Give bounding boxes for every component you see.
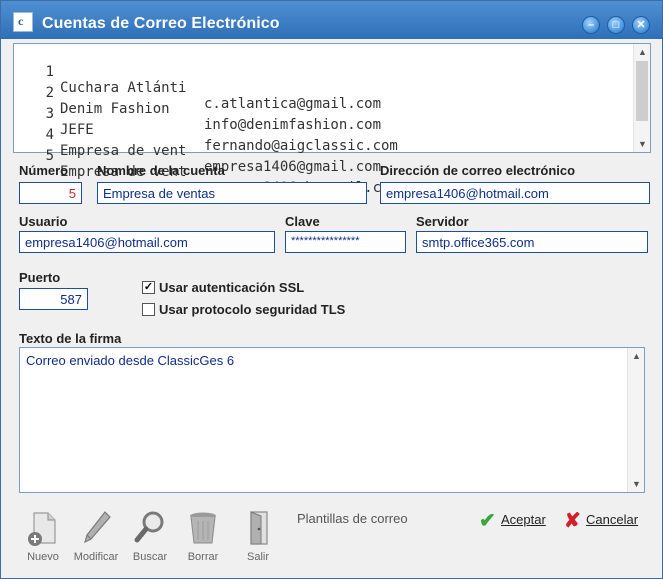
salir-button[interactable]: Salir [233, 509, 283, 569]
cross-icon: ✘ [564, 510, 581, 532]
scroll-thumb[interactable] [636, 61, 648, 121]
minimize-icon[interactable]: – [582, 16, 600, 34]
usuario-field[interactable]: empresa1406@hotmail.com [19, 231, 275, 253]
ssl-check-icon[interactable]: ✓ [142, 281, 155, 294]
modificar-button[interactable]: Modificar [71, 509, 121, 569]
email-accounts-window: c Cuentas de Correo Electrónico – □ ✕ 1 … [0, 0, 663, 579]
account-email: info@denimfashion.com [204, 117, 382, 133]
plantillas-link[interactable]: Plantillas de correo [297, 511, 408, 526]
cancelar-label: Cancelar [586, 512, 639, 527]
app-icon: c [13, 12, 33, 32]
memo-scrollbar[interactable]: ▲ ▼ [627, 348, 644, 492]
firma-label: Texto de la firma [19, 331, 122, 346]
window-title: Cuentas de Correo Electrónico [42, 15, 280, 32]
clave-field[interactable]: **************** [285, 231, 406, 253]
list-item[interactable]: 5 Empresa de vent empresa1406@hotmail.co… [14, 132, 398, 196]
list-scrollbar[interactable]: ▲ ▼ [633, 44, 650, 152]
puerto-label: Puerto [19, 270, 61, 285]
direccion-label: Dirección de correo electrónico [380, 163, 576, 178]
numero-field[interactable]: 5 [19, 182, 82, 204]
servidor-field[interactable]: smtp.office365.com [416, 231, 648, 253]
list-item[interactable]: 1 Cuchara Atlánti c.atlantica@gmail.com [14, 48, 381, 112]
magnifier-icon [134, 511, 164, 543]
new-document-icon [28, 512, 56, 546]
aceptar-label: Aceptar [501, 512, 546, 527]
scroll-up-icon[interactable]: ▲ [634, 44, 651, 60]
nombre-label: Nombre de la cuenta [97, 163, 225, 178]
salir-label: Salir [246, 551, 269, 563]
list-item[interactable]: 3 JEFE fernando@aigclassic.com [14, 90, 398, 154]
account-name: JEFE [60, 122, 94, 138]
modificar-label: Modificar [73, 551, 119, 563]
trash-icon [190, 512, 216, 544]
buscar-button[interactable]: Buscar [125, 509, 175, 569]
account-email: c.atlantica@gmail.com [204, 96, 382, 112]
nuevo-label: Nuevo [27, 551, 59, 563]
cancelar-button[interactable]: ✘ Cancelar [564, 508, 644, 532]
firma-text: Correo enviado desde ClassicGes 6 [26, 353, 235, 368]
pencil-icon [84, 511, 111, 544]
list-item[interactable]: 4 Empresa de vent empresa1406@gmail.com [14, 111, 381, 175]
ssl-label: Usar autenticación SSL [159, 280, 305, 295]
maximize-icon[interactable]: □ [607, 16, 625, 34]
ssl-checkbox[interactable]: ✓ Usar autenticación SSL [142, 280, 362, 296]
close-icon[interactable]: ✕ [632, 16, 650, 34]
borrar-button[interactable]: Borrar [178, 509, 228, 569]
checkmark-icon: ✔ [479, 510, 496, 532]
account-name: Empresa de vent [60, 143, 187, 159]
scroll-down-icon[interactable]: ▼ [634, 136, 651, 152]
list-item[interactable]: 2 Denim Fashion info@denimfashion.com [14, 69, 381, 133]
account-name: Cuchara Atlánti [60, 80, 187, 96]
nuevo-button[interactable]: Nuevo [18, 509, 68, 569]
tls-check-box[interactable] [142, 303, 155, 316]
puerto-field[interactable]: 587 [19, 288, 88, 310]
numero-label: Número [19, 163, 69, 178]
scroll-down-icon[interactable]: ▼ [628, 476, 645, 492]
aceptar-button[interactable]: ✔ Aceptar [479, 508, 553, 532]
firma-textarea[interactable]: Correo enviado desde ClassicGes 6 ▲ ▼ [19, 347, 645, 493]
buscar-label: Buscar [132, 551, 168, 563]
account-email: fernando@aigclassic.com [204, 138, 398, 154]
scroll-up-icon[interactable]: ▲ [628, 348, 645, 364]
account-email: empresa1406@gmail.com [204, 159, 382, 175]
account-number: 5 [45, 148, 54, 164]
tls-label: Usar protocolo seguridad TLS [159, 302, 346, 317]
clave-label: Clave [285, 214, 320, 229]
tls-checkbox[interactable]: Usar protocolo seguridad TLS [142, 302, 382, 318]
servidor-label: Servidor [416, 214, 469, 229]
borrar-label: Borrar [187, 551, 219, 563]
usuario-label: Usuario [19, 214, 68, 229]
title-bar[interactable]: c Cuentas de Correo Electrónico – □ ✕ [1, 1, 662, 39]
accounts-list[interactable]: 1 Cuchara Atlánti c.atlantica@gmail.com … [13, 43, 651, 196]
direccion-field[interactable]: empresa1406@hotmail.com [380, 182, 650, 204]
nombre-field[interactable]: Empresa de ventas [97, 182, 367, 204]
account-name: Denim Fashion [60, 101, 170, 117]
door-exit-icon [250, 511, 268, 545]
